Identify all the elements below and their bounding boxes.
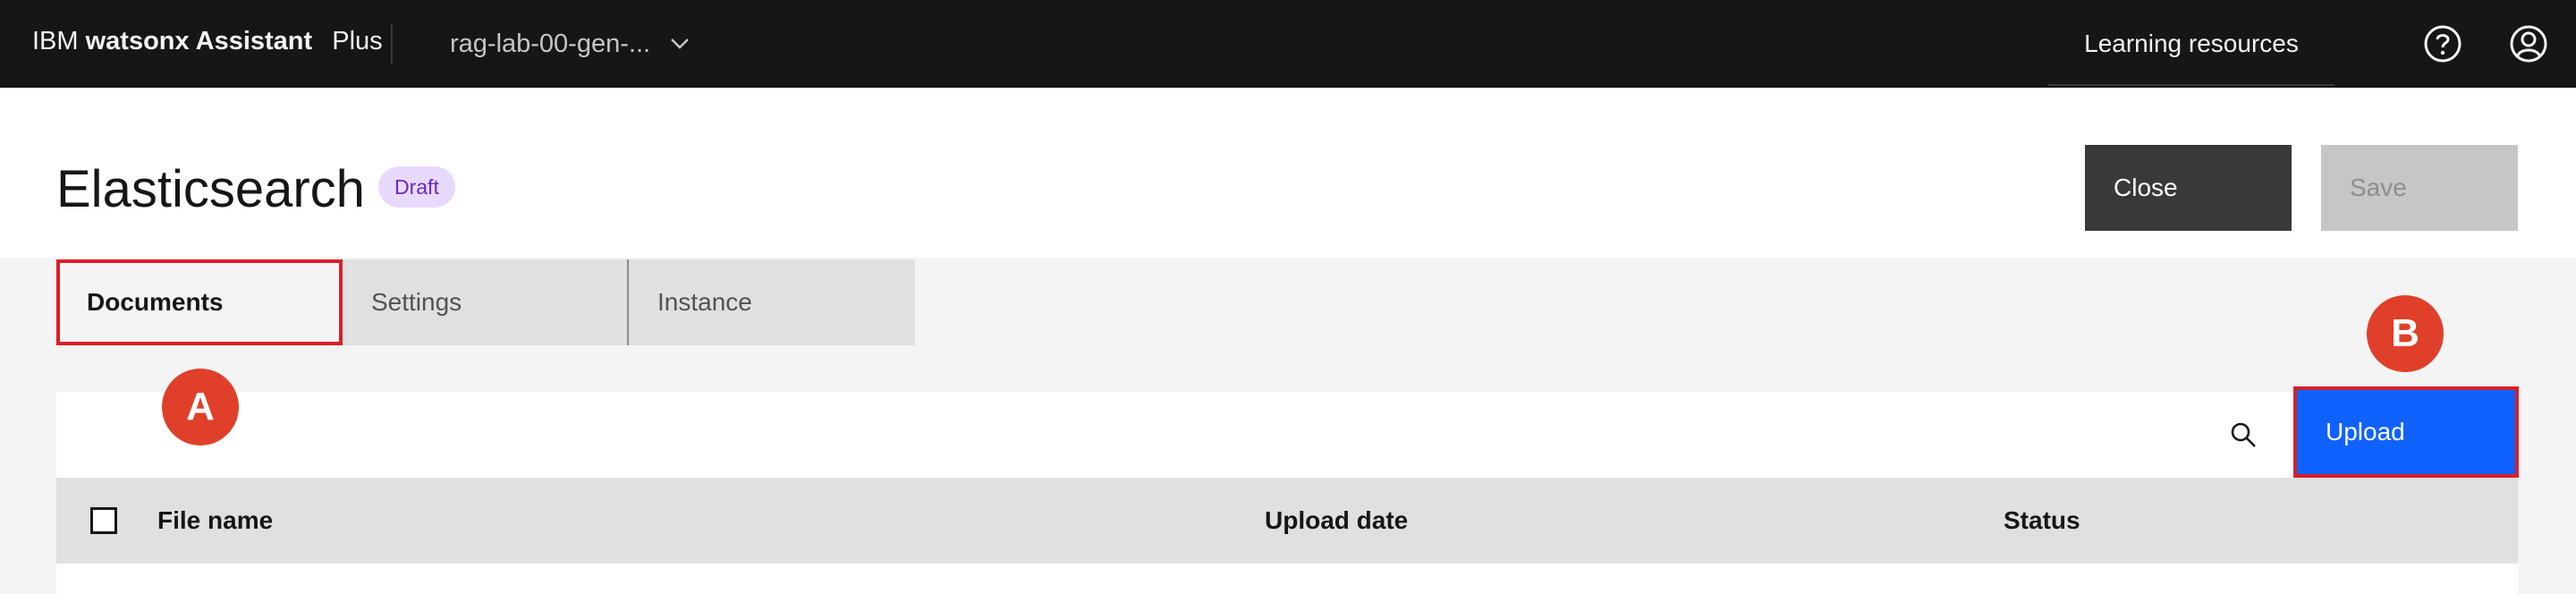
save-button[interactable]: Save bbox=[2321, 145, 2518, 231]
product-name[interactable]: IBM watsonx Assistant Plus bbox=[32, 27, 383, 56]
learning-resources-underline bbox=[2048, 84, 2334, 86]
tab-documents[interactable]: Documents bbox=[56, 259, 343, 345]
learning-resources-link[interactable]: Learning resources bbox=[2048, 0, 2334, 88]
column-header-status[interactable]: Status bbox=[2004, 478, 2080, 564]
select-all-checkbox[interactable] bbox=[90, 507, 117, 534]
table-toolbar bbox=[56, 392, 2518, 478]
column-header-upload-date[interactable]: Upload date bbox=[1265, 478, 1408, 564]
user-avatar-icon bbox=[2510, 25, 2547, 63]
assistant-name: rag-lab-00-gen-... bbox=[450, 29, 651, 58]
brand-name: watsonx Assistant bbox=[85, 27, 313, 55]
search-button[interactable] bbox=[2221, 412, 2266, 457]
assistant-switcher[interactable]: rag-lab-00-gen-... bbox=[450, 25, 690, 63]
header-divider bbox=[391, 23, 393, 64]
brand-prefix: IBM bbox=[32, 27, 79, 55]
table-header-row: File name Upload date Status bbox=[56, 478, 2518, 564]
help-button[interactable] bbox=[2420, 21, 2465, 66]
close-button[interactable]: Close bbox=[2085, 145, 2292, 231]
documents-content-area: Documents Settings Instance Upload A B F… bbox=[0, 258, 2576, 594]
table-body bbox=[56, 564, 2518, 594]
page-title: Elasticsearch bbox=[56, 160, 365, 218]
annotation-marker-a: A bbox=[162, 369, 239, 446]
column-header-file-name[interactable]: File name bbox=[157, 478, 273, 564]
help-icon bbox=[2424, 25, 2462, 63]
tab-settings[interactable]: Settings bbox=[343, 259, 629, 345]
annotation-marker-b: B bbox=[2367, 295, 2444, 372]
user-profile-button[interactable] bbox=[2506, 21, 2551, 66]
top-header-bar: IBM watsonx Assistant Plus rag-lab-00-ge… bbox=[0, 0, 2576, 88]
search-icon bbox=[2231, 422, 2256, 447]
tab-instance[interactable]: Instance bbox=[629, 259, 915, 345]
upload-button[interactable]: Upload bbox=[2293, 386, 2519, 478]
chevron-down-icon bbox=[671, 38, 689, 49]
page-header: Elasticsearch Draft Close Save bbox=[0, 88, 2576, 258]
status-badge: Draft bbox=[378, 166, 455, 208]
plan-label: Plus bbox=[332, 27, 383, 55]
